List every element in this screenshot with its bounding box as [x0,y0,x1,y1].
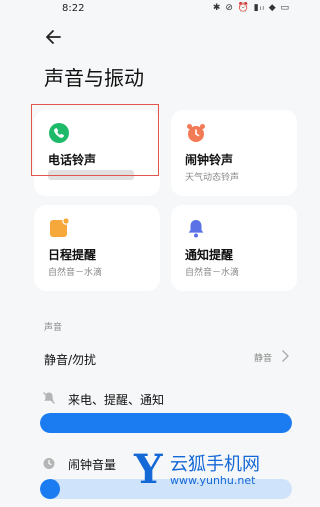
phone-icon [49,123,69,143]
watermark-text: 云狐手机网 [170,454,260,475]
alarm-volume-label: 闹钟音量 [68,458,117,472]
card-calendar-value: 自然音－水滴 [48,268,103,278]
card-ringtone-label: 电话铃声 [48,153,97,167]
ringtone-value-blurred [48,170,134,180]
silent-dnd-value: 静音 [253,354,272,364]
status-icons: ✱ ⊘ ⏰ ▮ᵢₗ ◆ ▭ [212,3,290,13]
card-calendar[interactable]: 日程提醒 自然音－水滴 [34,205,160,291]
ring-volume-label: 来电、提醒、通知 [68,393,165,407]
back-button[interactable] [42,26,66,48]
watermark-url: www.yunhu.net [170,474,256,487]
card-alarm-value: 天气动态铃声 [185,173,240,183]
watermark-letter: Y [134,446,163,493]
card-notification-value: 自然音－水滴 [185,268,240,278]
calendar-icon [50,217,70,237]
silent-dnd-row[interactable]: 静音/勿扰 静音 [44,349,290,367]
card-calendar-label: 日程提醒 [48,248,97,262]
back-arrow-icon [46,30,61,44]
watermark-logo: Y 云狐手机网 www.yunhu.net [134,446,304,494]
chevron-right-icon [282,350,289,362]
section-header-sound: 声音 [44,323,63,333]
alarm-clock-icon [187,124,205,142]
card-alarm[interactable]: 闹钟铃声 天气动态铃声 [171,110,297,196]
card-alarm-label: 闹钟铃声 [185,153,234,167]
ring-volume-slider[interactable] [40,413,292,433]
status-time: 8:22 [62,3,85,14]
card-notification-label: 通知提醒 [185,248,234,262]
clock-icon [43,458,55,469]
muted-bell-icon [43,392,55,404]
silent-dnd-label: 静音/勿扰 [44,353,97,367]
ring-volume-row: 来电、提醒、通知 [42,391,292,409]
card-ringtone[interactable]: 电话铃声 [34,110,160,196]
card-notification[interactable]: 通知提醒 自然音－水滴 [171,205,297,291]
status-bar: 8:22 ✱ ⊘ ⏰ ▮ᵢₗ ◆ ▭ [0,0,312,20]
ring-volume-fill [40,413,292,433]
alarm-volume-fill [40,479,61,499]
page-title: 声音与振动 [44,66,144,90]
bell-icon [188,220,204,238]
